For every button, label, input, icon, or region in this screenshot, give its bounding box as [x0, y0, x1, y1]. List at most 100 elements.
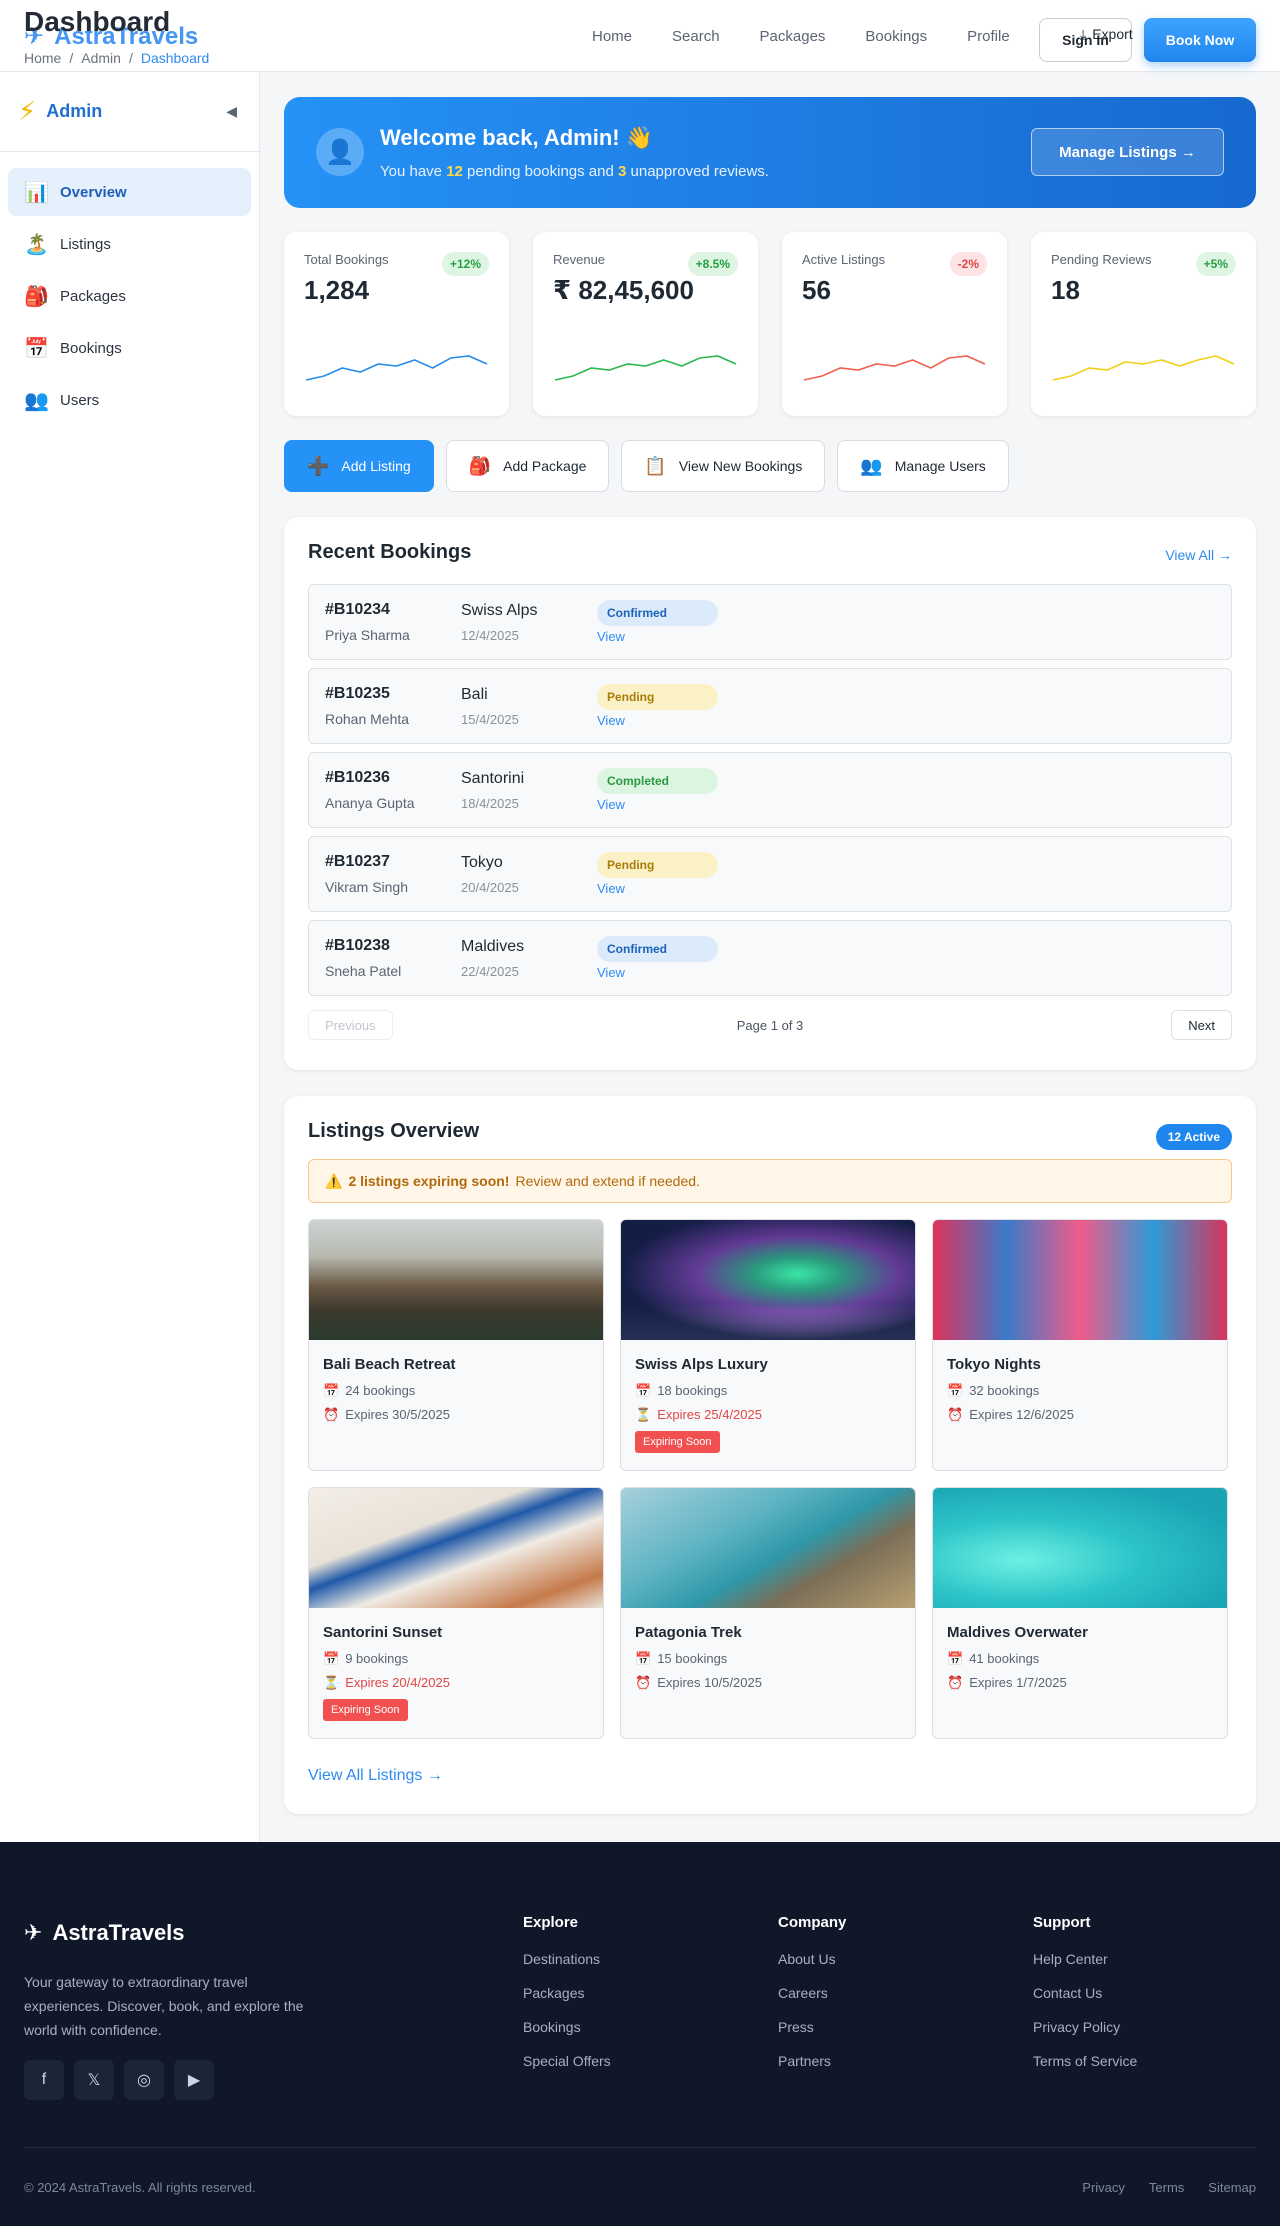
listing-expiry: ⏰ Expires 10/5/2025 [635, 1675, 901, 1691]
listing-bookings: 📅 24 bookings [323, 1383, 589, 1399]
listing-expiry: ⏰ Expires 12/6/2025 [947, 1407, 1213, 1423]
footer-link[interactable]: Terms of Service [1033, 2053, 1137, 2069]
booking-date: 18/4/2025 [461, 796, 519, 811]
export-label: Export [1092, 26, 1133, 42]
footer-link[interactable]: Privacy Policy [1033, 2019, 1137, 2035]
listing-expiry-text: Expires 25/4/2025 [657, 1407, 762, 1422]
listing-card[interactable]: Patagonia Trek 📅 15 bookings ⏰ Expires 10/5/… [620, 1487, 916, 1739]
booking-id: #B10238 [325, 937, 390, 954]
add-package-button[interactable]: 🎒 Add Package [445, 440, 610, 492]
customer-name: Priya Sharma [325, 627, 410, 643]
view-all-bookings-link[interactable]: View All → [1165, 547, 1232, 563]
breadcrumb-home[interactable]: Home [24, 50, 61, 66]
sidebar-item-users[interactable]: 👥 Users [8, 376, 251, 424]
collapse-sidebar-icon[interactable]: ◀ [226, 103, 237, 120]
nav-packages[interactable]: Packages [760, 28, 826, 45]
calendar-icon: 📅 [947, 1651, 964, 1666]
x-icon[interactable]: 𝕏 [74, 2060, 114, 2100]
sidebar-item-bookings[interactable]: 📅 Bookings [8, 324, 251, 372]
manage-listings-button[interactable]: Manage Listings → [1031, 128, 1224, 176]
view-booking-link[interactable]: View [597, 797, 625, 812]
footer-bottom-link[interactable]: Sitemap [1208, 2180, 1256, 2195]
booking-row: #B10236 Ananya Gupta Santorini 18/4/2025 Com… [308, 752, 1232, 828]
sidebar-item-packages[interactable]: 🎒 Packages [8, 272, 251, 320]
footer-link[interactable]: Destinations [523, 1951, 611, 1967]
booking-row: #B10237 Vikram Singh Tokyo 20/4/2025 Pending… [308, 836, 1232, 912]
nav-home[interactable]: Home [592, 28, 632, 45]
footer: ✈ AstraTravels Your gateway to extraordi… [0, 1842, 1280, 2226]
stat-delta-badge: +5% [1195, 252, 1236, 276]
nav-search[interactable]: Search [672, 28, 720, 45]
add-listing-button[interactable]: ➕ Add Listing [284, 440, 434, 492]
listing-expiry: ⏳ Expires 25/4/2025 [635, 1407, 901, 1423]
instagram-icon[interactable]: ◎ [124, 2060, 164, 2100]
clock-icon: ⏰ [635, 1675, 652, 1690]
breadcrumb-admin[interactable]: Admin [81, 50, 121, 66]
footer-column-company: Company About Us Careers Press Partners [778, 1914, 846, 2087]
listing-name: Tokyo Nights [947, 1356, 1041, 1373]
booking-id: #B10237 [325, 853, 390, 870]
listing-bookings: 📅 32 bookings [947, 1383, 1213, 1399]
plus-icon: ➕ [307, 455, 330, 476]
listing-card[interactable]: Santorini Sunset 📅 9 bookings ⏳ Expires 20/4… [308, 1487, 604, 1739]
stat-value: 1,284 [304, 275, 370, 305]
listing-card[interactable]: Bali Beach Retreat 📅 24 bookings ⏰ Expires 3… [308, 1219, 604, 1471]
booking-date: 15/4/2025 [461, 712, 519, 727]
youtube-icon[interactable]: ▶ [174, 2060, 214, 2100]
footer-column-title: Support [1033, 1914, 1091, 1931]
footer-link[interactable]: Bookings [523, 2019, 611, 2035]
export-button[interactable]: ⤓ Export [1080, 26, 1133, 43]
facebook-icon[interactable]: f [24, 2060, 64, 2100]
status-badge: Completed [597, 768, 718, 794]
sidebar-item-listings[interactable]: 🏝️ Listings [8, 220, 251, 268]
next-page-button[interactable]: Next [1171, 1010, 1232, 1040]
footer-brand[interactable]: ✈ AstraTravels [24, 1920, 185, 1946]
listing-card[interactable]: Swiss Alps Luxury 📅 18 bookings ⏳ Expires 25… [620, 1219, 916, 1471]
stat-card: Total Bookings 1,284 +12% [284, 232, 509, 416]
sparkline-line [554, 355, 737, 381]
main-nav: Home Search Packages Bookings Profile [592, 0, 1010, 72]
calendar-icon: 📅 [947, 1383, 964, 1398]
listing-card[interactable]: Maldives Overwater 📅 41 bookings ⏰ Expires 1… [932, 1487, 1228, 1739]
listing-bookings: 📅 41 bookings [947, 1651, 1213, 1667]
footer-link[interactable]: Partners [778, 2053, 846, 2069]
view-booking-link[interactable]: View [597, 965, 625, 980]
view-booking-link[interactable]: View [597, 629, 625, 644]
nav-bookings[interactable]: Bookings [865, 28, 927, 45]
footer-link[interactable]: Packages [523, 1985, 611, 2001]
footer-link[interactable]: Special Offers [523, 2053, 611, 2069]
sparkline-chart [803, 355, 986, 381]
sidebar-item-label: Users [60, 391, 100, 409]
action-label: Manage Users [894, 458, 986, 474]
view-booking-link[interactable]: View [597, 881, 625, 896]
booking-row: #B10238 Sneha Patel Maldives 22/4/2025 Confi… [308, 920, 1232, 996]
calendar-icon: 📅 [635, 1651, 652, 1666]
stat-delta-badge: -2% [949, 252, 987, 276]
footer-link[interactable]: Careers [778, 1985, 846, 2001]
listing-bookings: 📅 9 bookings [323, 1651, 589, 1667]
listing-name: Bali Beach Retreat [323, 1356, 456, 1373]
stat-value: 18 [1051, 275, 1080, 305]
view-all-listings-link[interactable]: View All Listings → [308, 1767, 1232, 1785]
listing-card[interactable]: Tokyo Nights 📅 32 bookings ⏰ Expires 12/6/20… [932, 1219, 1228, 1471]
listing-bookings-text: 24 bookings [345, 1383, 416, 1398]
listing-name: Santorini Sunset [323, 1624, 443, 1641]
sidebar-item-label: Bookings [60, 339, 122, 357]
nav-profile[interactable]: Profile [967, 28, 1010, 45]
view-new-bookings-button[interactable]: 📋 View New Bookings [621, 440, 826, 492]
sidebar-item-overview[interactable]: 📊 Overview [8, 168, 251, 216]
breadcrumb: Home / Admin / Dashboard [24, 50, 209, 66]
book-now-button[interactable]: Book Now [1144, 18, 1256, 62]
listings-overview-card: Listings Overview 12 Active ⚠️ 2 listing… [284, 1096, 1256, 1814]
footer-bottom-link[interactable]: Terms [1149, 2180, 1184, 2195]
footer-link[interactable]: About Us [778, 1951, 846, 1967]
footer-link[interactable]: Contact Us [1033, 1985, 1137, 2001]
footer-bottom-link[interactable]: Privacy [1082, 2180, 1125, 2195]
status-badge: Pending [597, 852, 718, 878]
manage-users-button[interactable]: 👥 Manage Users [837, 440, 1009, 492]
footer-link[interactable]: Help Center [1033, 1951, 1137, 1967]
action-label: View New Bookings [678, 458, 803, 474]
footer-link[interactable]: Press [778, 2019, 846, 2035]
view-booking-link[interactable]: View [597, 713, 625, 728]
customer-name: Sneha Patel [325, 963, 402, 979]
